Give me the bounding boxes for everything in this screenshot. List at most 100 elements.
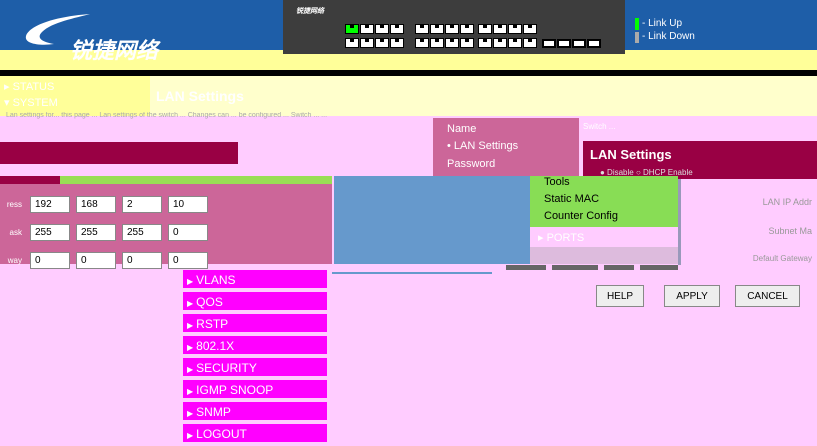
menu-item-qos[interactable]: ▶ QOS [183,292,327,312]
menu-item-rstp[interactable]: ▶ RSTP [183,314,327,334]
brand-logo-text: 锐捷网络 [70,38,159,63]
submenu-item-lan-settings[interactable]: • LAN Settings [447,140,518,152]
submenu-item-name[interactable]: Name [447,123,476,135]
help-button[interactable]: HELP [596,285,644,307]
ethernet-port-icon [508,38,522,48]
page-title: LAN Settings [156,88,244,104]
scrollbar-segment[interactable] [640,265,678,270]
ethernet-port-icon [493,24,507,34]
ethernet-port-icon [460,38,474,48]
sfp-port-icon [572,39,586,48]
triangle-right-icon: ▶ [187,431,194,440]
sidebar-item-status[interactable]: ▸ STATUS [4,80,54,93]
menu-item-vlans[interactable]: ▶ VLANS [183,270,327,290]
mask-octet-4[interactable] [168,224,208,241]
lan-form: ress ask way [0,184,332,269]
ethernet-port-icon [430,38,444,48]
panel-logo: 锐捷网络 [296,8,324,15]
mask-octet-1[interactable] [30,224,70,241]
cancel-button[interactable]: CANCEL [735,285,800,307]
ethernet-port-icon [375,24,389,34]
ethernet-port-icon [445,38,459,48]
tools-submenu: Tools Static MAC Counter Config [530,176,678,227]
mask-octet-3[interactable] [122,224,162,241]
ethernet-port-icon [430,24,444,34]
ethernet-port-icon [460,24,474,34]
menu-label: SECURITY [196,361,257,375]
section-bar [0,142,238,164]
form-header-accent [60,176,332,184]
title-area [150,76,817,116]
ethernet-port-icon [508,24,522,34]
ip-octet-2[interactable] [76,196,116,213]
ip-octet-4[interactable] [168,196,208,213]
settings-label-panel [678,179,817,265]
menu-label: LOGOUT [196,427,247,441]
ethernet-port-icon [415,38,429,48]
subnet-mask-right-label: Subnet Ma [768,226,812,236]
menu-item-snmp[interactable]: ▶ SNMP [183,402,327,422]
gateway-octet-1[interactable] [30,252,70,269]
menu-item-ports[interactable]: ▸ PORTS [538,231,584,244]
ethernet-port-icon [478,38,492,48]
menu-item-igmp-snoop[interactable]: ▶ IGMP SNOOP [183,380,327,400]
triangle-right-icon: ▶ [187,409,194,418]
sfp-port-icon [557,39,571,48]
menu-item-security[interactable]: ▶ SECURITY [183,358,327,378]
triangle-right-icon: ▶ [187,277,194,286]
menu-label: RSTP [196,317,229,331]
triangle-right-icon: ▶ [187,387,194,396]
link-down-swatch [635,32,639,43]
triangle-right-icon: ▶ [187,299,194,308]
ethernet-port-icon [493,38,507,48]
ethernet-port-icon [478,24,492,34]
gateway-octet-3[interactable] [122,252,162,269]
menu-label: 802.1X [196,339,235,353]
ethernet-port-icon [360,24,374,34]
lan-ip-label: LAN IP Addr [762,197,812,207]
link-up-swatch [635,18,639,30]
sfp-port-icon [587,39,601,48]
scrollbar-segment[interactable] [552,265,598,270]
link-up-label: - Link Up [642,18,683,29]
submenu-item-password[interactable]: Password [447,158,495,170]
triangle-right-icon: ▶ [187,321,194,330]
panel-blurb: Switch ... [583,122,616,131]
ethernet-port-icon [523,24,537,34]
system-submenu: Name • LAN Settings Password [433,118,579,176]
ethernet-port-icon [445,24,459,34]
ethernet-port-icon [390,38,404,48]
sidebar-item-system[interactable]: ▾ SYSTEM [4,96,58,109]
gateway-octet-2[interactable] [76,252,116,269]
menu-label: QOS [196,295,223,309]
menu-label: VLANS [196,273,236,287]
scrollbar-segment[interactable] [604,265,634,270]
menu-label: SNMP [196,405,231,419]
sfp-port-icon [542,39,556,48]
menu-label: IGMP SNOOP [196,383,274,397]
triangle-right-icon: ▶ [187,365,194,374]
submenu-item-static-mac[interactable]: Static MAC [544,193,599,205]
menu-item-8021x[interactable]: ▶ 802.1X [183,336,327,356]
menu-item-logout[interactable]: ▶ LOGOUT [183,424,327,444]
ethernet-port-icon [415,24,429,34]
submenu-item-counter-config[interactable]: Counter Config [544,210,618,222]
ethernet-port-icon [375,38,389,48]
default-gateway-label: Default Gateway [752,254,812,263]
ip-address-label: ress [6,200,22,209]
mask-octet-2[interactable] [76,224,116,241]
submenu-item-tools[interactable]: Tools [544,176,570,188]
ethernet-port-icon [523,38,537,48]
gateway-octet-4[interactable] [168,252,208,269]
ip-octet-3[interactable] [122,196,162,213]
apply-button[interactable]: APPLY [664,285,720,307]
lan-settings-heading: LAN Settings [590,147,672,162]
gateway-label: way [7,256,22,265]
content-panel [334,176,530,264]
scrollbar-segment[interactable] [506,265,546,270]
triangle-right-icon: ▶ [187,343,194,352]
ip-octet-1[interactable] [30,196,70,213]
link-down-label: - Link Down [642,31,695,42]
scroll-line [332,272,492,274]
ethernet-port-icon [345,38,359,48]
